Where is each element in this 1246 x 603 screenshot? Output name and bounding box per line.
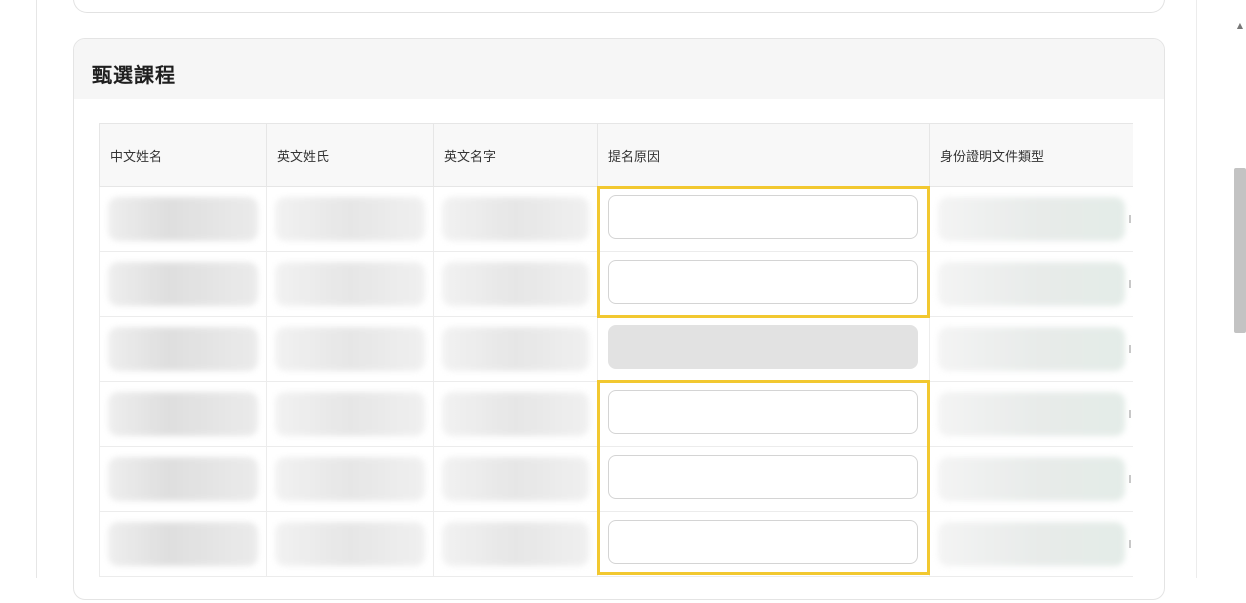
table-row [99, 186, 1133, 252]
id-document-type-cell [929, 186, 1133, 252]
chinese-name-cell [99, 186, 267, 252]
redacted-value [275, 522, 425, 566]
english-surname-cell [266, 316, 434, 382]
english-surname-cell [266, 381, 434, 447]
row-menu-handle[interactable] [1129, 410, 1131, 418]
row-menu-handle[interactable] [1129, 540, 1131, 548]
redacted-value [938, 327, 1125, 371]
chinese-name-cell [99, 446, 267, 512]
nomination-reason-cell [597, 446, 930, 512]
chinese-name-cell [99, 381, 267, 447]
nomination-reason-input-disabled [608, 325, 918, 369]
card-header: 甄選課程 [74, 39, 1164, 99]
row-menu-handle[interactable] [1129, 215, 1131, 223]
redacted-value [275, 262, 425, 306]
redacted-value [108, 327, 258, 371]
redacted-value [442, 262, 589, 306]
nomination-reason-cell [597, 381, 930, 447]
redacted-value [442, 327, 589, 371]
redacted-value [938, 262, 1125, 306]
nomination-reason-input[interactable] [608, 195, 918, 239]
nomination-reason-cell [597, 316, 930, 382]
row-menu-handle[interactable] [1129, 280, 1131, 288]
redacted-value [108, 392, 258, 436]
section-title: 甄選課程 [92, 63, 176, 87]
redacted-value [442, 522, 589, 566]
redacted-value [442, 392, 589, 436]
redacted-value [108, 262, 258, 306]
redacted-value [275, 457, 425, 501]
nomination-reason-cell [597, 251, 930, 317]
id-document-type-cell [929, 251, 1133, 317]
id-document-type-cell [929, 446, 1133, 512]
redacted-value [275, 327, 425, 371]
english-given-name-cell [433, 316, 598, 382]
nomination-reason-input[interactable] [608, 390, 918, 434]
redacted-value [108, 522, 258, 566]
redacted-value [275, 197, 425, 241]
id-document-type-cell [929, 381, 1133, 447]
col-header-english-given-name: 英文名字 [433, 123, 598, 187]
nomination-reason-cell [597, 511, 930, 577]
row-menu-handle[interactable] [1129, 345, 1131, 353]
redacted-value [938, 197, 1125, 241]
id-document-type-cell [929, 316, 1133, 382]
nominee-table-wrapper: 中文姓名 英文姓氏 英文名字 提名原因 身份證明文件類型 [99, 123, 1133, 603]
nomination-reason-input[interactable] [608, 260, 918, 304]
english-surname-cell [266, 251, 434, 317]
redacted-value [938, 457, 1125, 501]
table-row [99, 511, 1133, 577]
scroll-up-arrow-icon[interactable]: ▲ [1234, 20, 1246, 32]
table-row [99, 381, 1133, 447]
chinese-name-cell [99, 251, 267, 317]
col-header-chinese-name: 中文姓名 [99, 123, 267, 187]
english-given-name-cell [433, 381, 598, 447]
table-row [99, 316, 1133, 382]
english-given-name-cell [433, 446, 598, 512]
row-menu-handle[interactable] [1129, 475, 1131, 483]
redacted-value [108, 197, 258, 241]
redacted-value [442, 197, 589, 241]
redacted-value [275, 392, 425, 436]
table-header-row: 中文姓名 英文姓氏 英文名字 提名原因 身份證明文件類型 [99, 123, 1133, 187]
redacted-value [442, 457, 589, 501]
redacted-value [938, 522, 1125, 566]
page-scrollbar-thumb[interactable] [1234, 168, 1246, 333]
english-given-name-cell [433, 251, 598, 317]
nomination-reason-cell [597, 186, 930, 252]
nomination-reason-input[interactable] [608, 520, 918, 564]
chinese-name-cell [99, 511, 267, 577]
nominee-table: 中文姓名 英文姓氏 英文名字 提名原因 身份證明文件類型 [99, 123, 1133, 577]
table-row [99, 251, 1133, 317]
left-rail [0, 0, 37, 578]
table-row [99, 446, 1133, 512]
redacted-value [938, 392, 1125, 436]
nomination-reason-input[interactable] [608, 455, 918, 499]
col-header-id-document-type: 身份證明文件類型 [929, 123, 1133, 187]
chinese-name-cell [99, 316, 267, 382]
english-surname-cell [266, 511, 434, 577]
redacted-value [108, 457, 258, 501]
previous-section-card [73, 0, 1165, 13]
id-document-type-cell [929, 511, 1133, 577]
english-surname-cell [266, 446, 434, 512]
col-header-english-surname: 英文姓氏 [266, 123, 434, 187]
col-header-nomination-reason: 提名原因 [597, 123, 930, 187]
english-given-name-cell [433, 511, 598, 577]
english-given-name-cell [433, 186, 598, 252]
english-surname-cell [266, 186, 434, 252]
